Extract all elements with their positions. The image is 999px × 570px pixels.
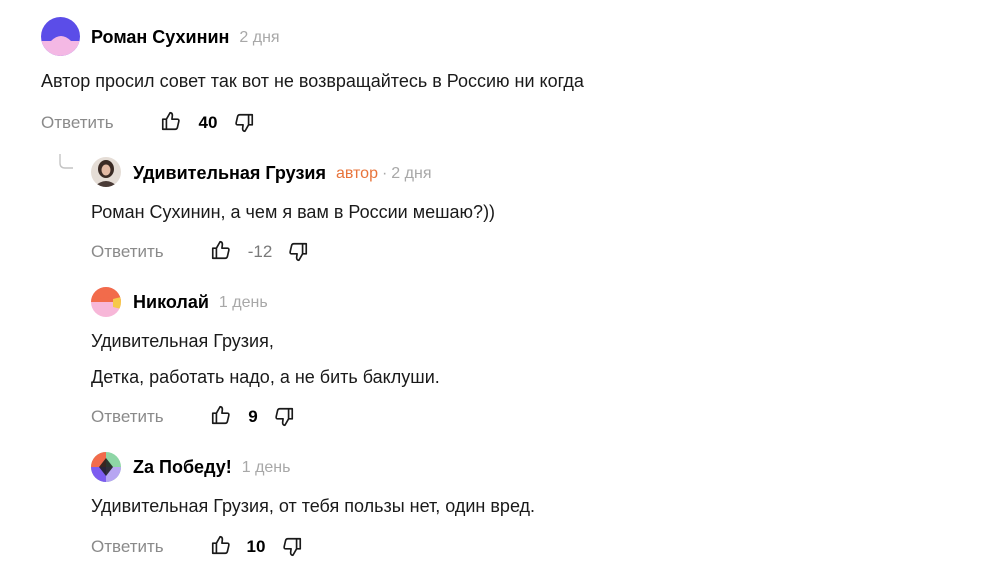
rating-score: -12 [247, 242, 273, 261]
reply-button[interactable]: Ответить [91, 407, 164, 427]
author-badge: автор [335, 164, 378, 182]
avatar[interactable] [91, 287, 121, 317]
comment-text: Роман Сухинин, а чем я вам в России меша… [91, 202, 496, 222]
comments-thread: Роман Сухинин 2 дня Автор просил совет т… [0, 0, 999, 570]
avatar[interactable] [41, 17, 80, 56]
author-name[interactable]: Роман Сухинин [91, 27, 229, 48]
rating-score: 10 [246, 537, 266, 556]
comment-text-line-1: Удивительная Грузия, [91, 331, 274, 351]
thumbs-down-icon[interactable] [281, 536, 303, 558]
comment-text: Автор просил совет так вот не возвращайт… [41, 71, 584, 91]
comment-header: Za Победу! 1 день [133, 457, 290, 478]
thumbs-up-icon[interactable] [210, 534, 232, 556]
thumbs-down-icon[interactable] [273, 406, 295, 428]
comment-time: 1 день [241, 458, 291, 476]
avatar-image [91, 287, 121, 317]
avatar[interactable] [91, 452, 121, 482]
comment-time: 2 дня [391, 164, 432, 182]
comment-time: 2 дня [239, 28, 280, 46]
reply-button[interactable]: Ответить [91, 242, 164, 262]
avatar-image [91, 452, 121, 482]
author-name[interactable]: Za Победу! [133, 457, 232, 478]
avatar-image [91, 157, 121, 187]
reply-button[interactable]: Ответить [91, 537, 164, 557]
thumbs-down-icon[interactable] [233, 112, 255, 134]
thumbs-up-icon[interactable] [160, 110, 182, 132]
avatar-image [41, 17, 80, 56]
comment-header: Роман Сухинин 2 дня [91, 27, 280, 48]
meta-separator: · [381, 164, 388, 182]
comment-time: 1 день [218, 293, 268, 311]
comment-header: Удивительная Грузия автор · 2 дня [133, 163, 431, 184]
thumbs-down-icon[interactable] [287, 241, 309, 263]
comment-header: Николай 1 день [133, 292, 268, 313]
reply-button[interactable]: Ответить [41, 113, 114, 133]
comment-text-line-2: Детка, работать надо, а не бить баклуши. [91, 367, 440, 387]
rating-score: 40 [198, 113, 218, 132]
comment-text: Удивительная Грузия, от тебя пользы нет,… [91, 496, 536, 516]
avatar[interactable] [91, 157, 121, 187]
thumbs-up-icon[interactable] [210, 404, 232, 426]
rating-score: 9 [248, 407, 258, 426]
thread-branch-icon [59, 154, 73, 169]
author-name[interactable]: Удивительная Грузия [133, 163, 326, 184]
thumbs-up-icon[interactable] [210, 239, 232, 261]
author-name[interactable]: Николай [133, 292, 209, 313]
